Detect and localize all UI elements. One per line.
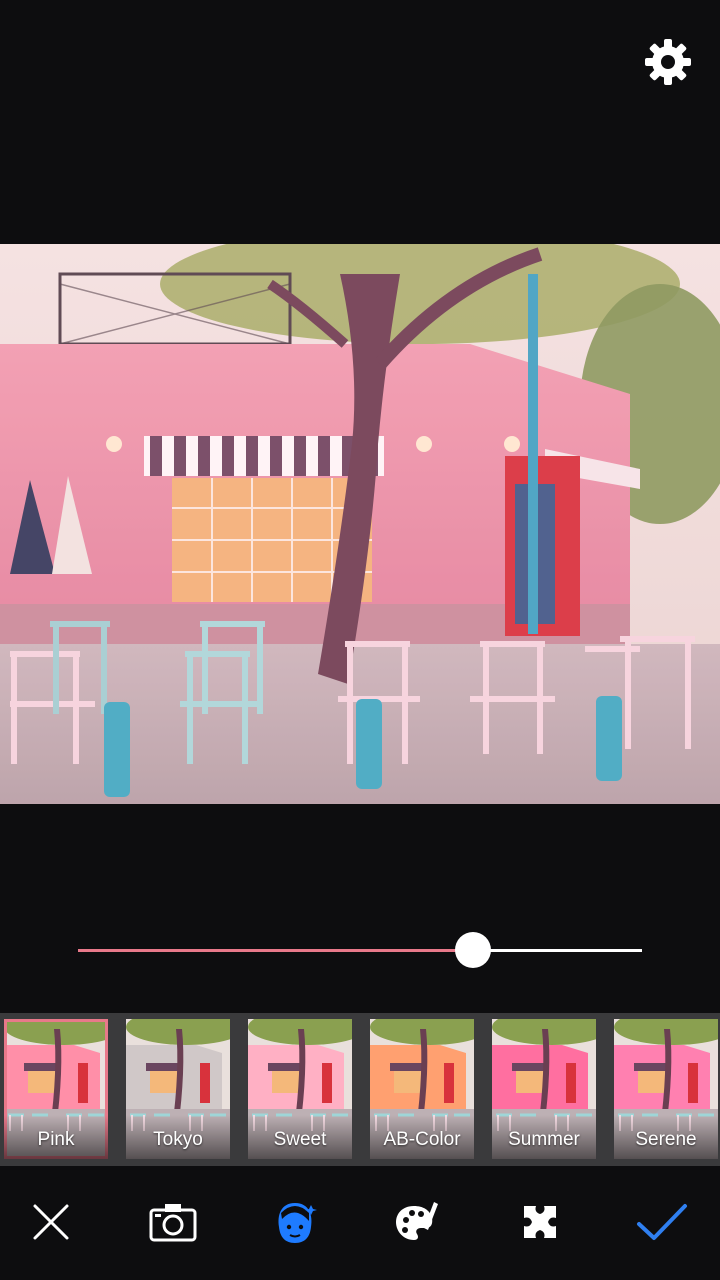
filter-label: Sweet [273, 1129, 327, 1150]
slider-track-fill [78, 949, 473, 952]
face-retouch-button[interactable] [263, 1194, 327, 1250]
paint-button[interactable] [385, 1194, 449, 1250]
photo-preview[interactable] [0, 244, 720, 804]
gear-icon [645, 39, 691, 85]
filter-thumb-sweet[interactable]: Sweet [248, 1019, 352, 1159]
frame-button[interactable] [508, 1194, 572, 1250]
filter-label: Summer [508, 1129, 580, 1150]
settings-button[interactable] [640, 34, 696, 90]
filter-label: Tokyo [153, 1129, 203, 1150]
filter-thumb-pink[interactable]: Pink [4, 1019, 108, 1159]
palette-icon [396, 1202, 438, 1240]
confirm-button[interactable] [630, 1194, 694, 1250]
frame-icon [524, 1206, 556, 1238]
filter-label: AB-Color [383, 1129, 461, 1150]
camera-icon [149, 1204, 197, 1242]
filter-thumb-serene[interactable]: Serene [614, 1019, 718, 1159]
filter-thumb-tokyo[interactable]: Tokyo [126, 1019, 230, 1159]
filter-label: Pink [37, 1129, 75, 1150]
filter-intensity-slider[interactable] [60, 920, 660, 980]
filter-thumb-summer[interactable]: Summer [492, 1019, 596, 1159]
face-retouch-icon [278, 1203, 317, 1243]
filter-label: Serene [635, 1129, 697, 1150]
camera-button[interactable] [141, 1194, 205, 1250]
close-icon [33, 1204, 69, 1240]
filter-thumb-ab-color[interactable]: AB-Color [370, 1019, 474, 1159]
close-button[interactable] [19, 1194, 83, 1250]
filter-strip[interactable]: Pink Tokyo Sweet AB-Color Summer Serene [0, 1013, 720, 1166]
slider-thumb[interactable] [454, 932, 491, 968]
checkmark-icon [637, 1204, 687, 1240]
bottom-toolbar [0, 1170, 720, 1280]
